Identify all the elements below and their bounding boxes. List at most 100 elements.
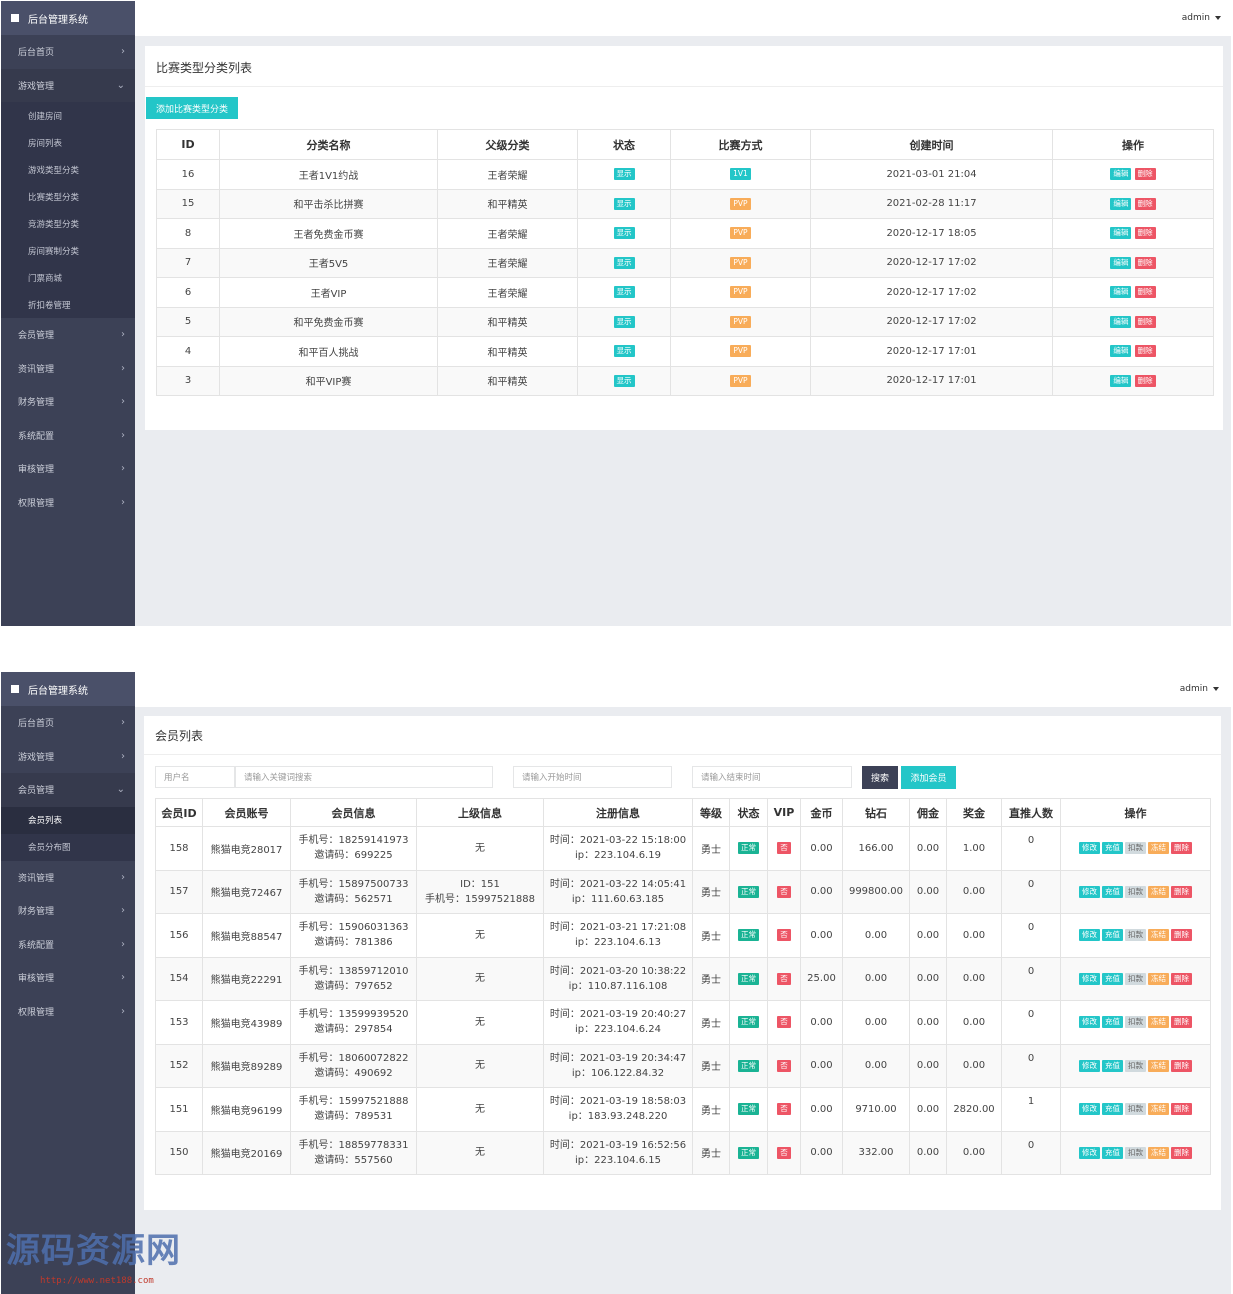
deduct-button[interactable]: 扣款 xyxy=(1125,929,1146,942)
sidebar-item[interactable]: 会员管理 › xyxy=(1,318,135,352)
field-select[interactable]: 用户名 xyxy=(155,766,235,788)
edit-button[interactable]: 编辑 xyxy=(1110,315,1132,328)
freeze-button[interactable]: 冻结 xyxy=(1148,972,1169,985)
deduct-button[interactable]: 扣款 xyxy=(1125,1016,1146,1029)
recharge-button[interactable]: 充值 xyxy=(1102,1103,1123,1116)
freeze-button[interactable]: 冻结 xyxy=(1148,929,1169,942)
cell-direct-count: 0 xyxy=(1001,1000,1061,1045)
edit-button[interactable]: 编辑 xyxy=(1110,227,1132,240)
add-category-button[interactable]: 添加比赛类型分类 xyxy=(146,97,238,119)
sidebar-item[interactable]: 游戏管理 › xyxy=(1,740,135,774)
sidebar-item[interactable]: 系统配置 › xyxy=(1,419,135,453)
edit-button[interactable]: 编辑 xyxy=(1110,286,1132,299)
start-time-input[interactable]: 请输入开始时间 xyxy=(513,766,672,788)
deduct-button[interactable]: 扣款 xyxy=(1125,885,1146,898)
sidebar-item[interactable]: 资讯管理 › xyxy=(1,861,135,895)
user-menu[interactable]: admin xyxy=(1180,684,1219,694)
submenu-item[interactable]: 游戏类型分类 xyxy=(1,156,135,183)
member-phone: 手机号：13599939520 xyxy=(298,1009,409,1021)
recharge-button[interactable]: 充值 xyxy=(1102,885,1123,898)
modify-button[interactable]: 修改 xyxy=(1079,1146,1100,1159)
delete-button[interactable]: 删除 xyxy=(1171,1016,1192,1029)
freeze-button[interactable]: 冻结 xyxy=(1148,842,1169,855)
sidebar-item[interactable]: 财务管理 › xyxy=(1,894,135,928)
sidebar-item-label: 游戏管理 xyxy=(18,81,55,92)
brand[interactable]: 后台管理系统 xyxy=(1,1,135,35)
edit-button[interactable]: 编辑 xyxy=(1110,345,1132,358)
delete-button[interactable]: 删除 xyxy=(1134,168,1156,181)
deduct-button[interactable]: 扣款 xyxy=(1125,972,1146,985)
delete-button[interactable]: 删除 xyxy=(1171,1059,1192,1072)
freeze-button[interactable]: 冻结 xyxy=(1148,885,1169,898)
edit-button[interactable]: 编辑 xyxy=(1110,374,1132,387)
modify-button[interactable]: 修改 xyxy=(1079,1059,1100,1072)
deduct-button[interactable]: 扣款 xyxy=(1125,842,1146,855)
sidebar-item[interactable]: 会员管理 ⌄ xyxy=(1,773,135,807)
submenu-item[interactable]: 比赛类型分类 xyxy=(1,183,135,210)
delete-button[interactable]: 删除 xyxy=(1171,1103,1192,1116)
sidebar-item[interactable]: 审核管理 › xyxy=(1,452,135,486)
delete-button[interactable]: 删除 xyxy=(1171,929,1192,942)
sidebar-item[interactable]: 系统配置 › xyxy=(1,928,135,962)
modify-button[interactable]: 修改 xyxy=(1079,842,1100,855)
submenu-item[interactable]: 房间列表 xyxy=(1,129,135,156)
freeze-button[interactable]: 冻结 xyxy=(1148,1016,1169,1029)
delete-button[interactable]: 删除 xyxy=(1134,256,1156,269)
freeze-button[interactable]: 冻结 xyxy=(1148,1059,1169,1072)
sidebar-item[interactable]: 资讯管理 › xyxy=(1,352,135,386)
freeze-button[interactable]: 冻结 xyxy=(1148,1103,1169,1116)
modify-button[interactable]: 修改 xyxy=(1079,929,1100,942)
submenu-item[interactable]: 门票商城 xyxy=(1,264,135,291)
submenu-item[interactable]: 会员分布图 xyxy=(1,834,135,861)
register-ip: ip：110.87.116.108 xyxy=(568,980,668,992)
recharge-button[interactable]: 充值 xyxy=(1102,972,1123,985)
delete-button[interactable]: 删除 xyxy=(1134,374,1156,387)
table-row: 158 熊猫电竞28017 手机号：18259141973 邀请码：699225 无 时间… xyxy=(155,826,1211,871)
delete-button[interactable]: 删除 xyxy=(1134,286,1156,299)
submenu-item[interactable]: 竞游类型分类 xyxy=(1,210,135,237)
search-button[interactable]: 搜索 xyxy=(862,766,898,789)
edit-button[interactable]: 编辑 xyxy=(1110,256,1132,269)
user-menu[interactable]: admin xyxy=(1182,13,1221,23)
delete-button[interactable]: 删除 xyxy=(1171,1146,1192,1159)
submenu-item[interactable]: 房间赛制分类 xyxy=(1,237,135,264)
sidebar-item[interactable]: 审核管理 › xyxy=(1,961,135,995)
submenu-item[interactable]: 创建房间 xyxy=(1,102,135,129)
sidebar-item[interactable]: 游戏管理 ⌄ xyxy=(1,68,135,102)
end-time-input[interactable]: 请输入结束时间 xyxy=(692,766,852,788)
deduct-button[interactable]: 扣款 xyxy=(1125,1103,1146,1116)
brand[interactable]: 后台管理系统 xyxy=(1,672,135,706)
deduct-button[interactable]: 扣款 xyxy=(1125,1146,1146,1159)
sidebar-item[interactable]: 权限管理 › xyxy=(1,486,135,520)
recharge-button[interactable]: 充值 xyxy=(1102,1016,1123,1029)
submenu-item[interactable]: 折扣卷管理 xyxy=(1,291,135,318)
delete-button[interactable]: 删除 xyxy=(1134,197,1156,210)
deduct-button[interactable]: 扣款 xyxy=(1125,1059,1146,1072)
delete-button[interactable]: 删除 xyxy=(1134,345,1156,358)
delete-button[interactable]: 删除 xyxy=(1171,842,1192,855)
delete-button[interactable]: 删除 xyxy=(1171,972,1192,985)
edit-button[interactable]: 编辑 xyxy=(1110,197,1132,210)
sidebar-item[interactable]: 后台首页 › xyxy=(1,706,135,740)
sidebar-item[interactable]: 后台首页 › xyxy=(1,35,135,69)
delete-button[interactable]: 删除 xyxy=(1134,315,1156,328)
cell-actions: 修改 充值 扣款 冻结 删除 xyxy=(1060,869,1211,914)
sidebar-item[interactable]: 权限管理 › xyxy=(1,995,135,1029)
recharge-button[interactable]: 充值 xyxy=(1102,1146,1123,1159)
modify-button[interactable]: 修改 xyxy=(1079,1016,1100,1029)
modify-button[interactable]: 修改 xyxy=(1079,885,1100,898)
recharge-button[interactable]: 充值 xyxy=(1102,842,1123,855)
sidebar-item[interactable]: 财务管理 › xyxy=(1,385,135,419)
submenu-item[interactable]: 会员列表 xyxy=(1,806,135,834)
recharge-button[interactable]: 充值 xyxy=(1102,1059,1123,1072)
edit-button[interactable]: 编辑 xyxy=(1110,168,1132,181)
member-invite-code: 邀请码：557560 xyxy=(314,1154,393,1166)
keyword-input[interactable]: 请输入关键词搜索 xyxy=(235,766,493,788)
recharge-button[interactable]: 充值 xyxy=(1102,929,1123,942)
modify-button[interactable]: 修改 xyxy=(1079,972,1100,985)
delete-button[interactable]: 删除 xyxy=(1134,227,1156,240)
freeze-button[interactable]: 冻结 xyxy=(1148,1146,1169,1159)
add-member-button[interactable]: 添加会员 xyxy=(901,766,956,789)
delete-button[interactable]: 删除 xyxy=(1171,885,1192,898)
modify-button[interactable]: 修改 xyxy=(1079,1103,1100,1116)
